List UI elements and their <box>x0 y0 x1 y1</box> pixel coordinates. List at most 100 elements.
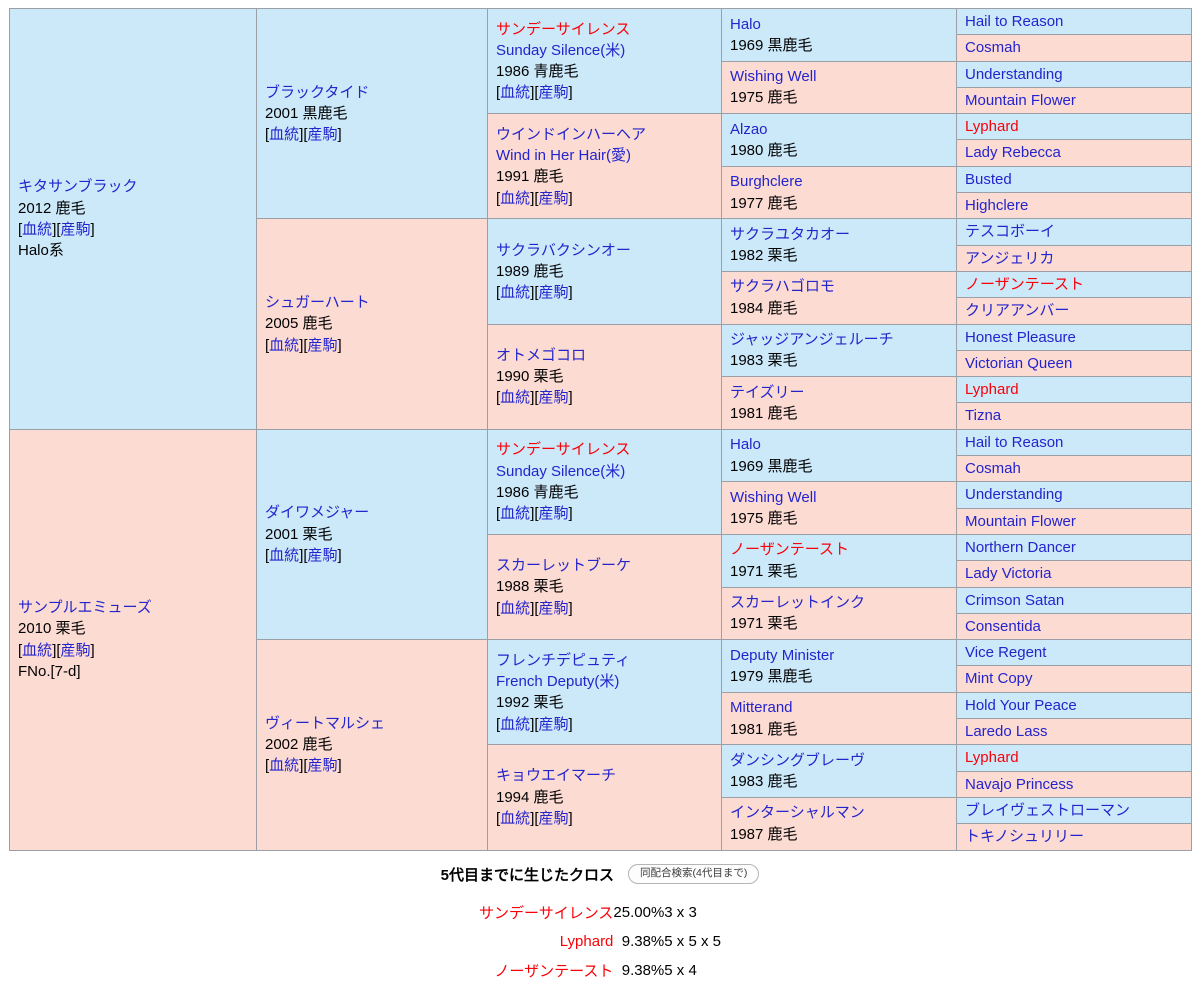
horse-name[interactable]: Understanding <box>965 64 1191 85</box>
link-pedigree[interactable]: 血統 <box>500 284 530 301</box>
horse-name[interactable]: キタサンブラック <box>18 176 256 197</box>
horse-name[interactable]: Deputy Minister <box>730 645 956 666</box>
horse-name[interactable]: アンジェリカ <box>965 248 1191 269</box>
gen5-cell[interactable]: Northern Dancer <box>956 533 1192 562</box>
gen5-cell[interactable]: トキノシュリリー <box>956 823 1192 851</box>
gen5-cell[interactable]: クリアアンバー <box>956 297 1192 325</box>
horse-name[interactable]: Mountain Flower <box>965 90 1191 111</box>
link-pedigree[interactable]: 血統 <box>500 190 530 207</box>
horse-name[interactable]: Victorian Queen <box>965 353 1191 374</box>
gen5-cell[interactable]: Cosmah <box>956 34 1192 62</box>
horse-name[interactable]: ブレイヴェストローマン <box>965 800 1191 821</box>
horse-name[interactable]: オトメゴコロ <box>496 345 721 366</box>
gen4-cell[interactable]: テイズリー 1981 鹿毛 <box>721 376 957 430</box>
gen4-cell[interactable]: Burghclere 1977 鹿毛 <box>721 165 957 220</box>
gen5-cell[interactable]: Tizna <box>956 402 1192 430</box>
horse-name-en[interactable]: Sunday Silence(米) <box>496 40 721 61</box>
horse-name[interactable]: ダンシングブレーヴ <box>730 750 956 771</box>
cross-horse-name[interactable]: ノーザンテースト <box>479 955 613 986</box>
horse-name[interactable]: Burghclere <box>730 171 956 192</box>
horse-name[interactable]: Tizna <box>965 405 1191 426</box>
horse-name[interactable]: Northern Dancer <box>965 537 1191 558</box>
horse-name[interactable]: シュガーハート <box>265 292 487 313</box>
gen5-cell[interactable]: Laredo Lass <box>956 718 1192 746</box>
gen5-cell[interactable]: Mint Copy <box>956 665 1192 693</box>
link-offspring[interactable]: 産駒 <box>539 190 569 207</box>
gen4-cell[interactable]: Alzao 1980 鹿毛 <box>721 113 957 167</box>
link-pedigree[interactable]: 血統 <box>500 600 530 617</box>
gen5-cell[interactable]: Hold Your Peace <box>956 691 1192 720</box>
horse-name-en[interactable]: Sunday Silence(米) <box>496 461 721 482</box>
horse-name[interactable]: サクラバクシンオー <box>496 240 721 261</box>
link-pedigree[interactable]: 血統 <box>500 716 530 733</box>
cross-horse-name[interactable]: Lyphard <box>479 928 614 955</box>
cross-horse-name[interactable]: サンデーサイレンス <box>479 897 613 928</box>
gen5-cell[interactable]: Mountain Flower <box>956 507 1192 535</box>
horse-name[interactable]: サンデーサイレンス <box>496 439 721 460</box>
gen3-cell[interactable]: キョウエイマーチ 1994 鹿毛 [血統][産駒] <box>487 744 722 851</box>
gen4-cell[interactable]: Halo 1969 黒鹿毛 <box>721 428 957 483</box>
gen5-cell[interactable]: Victorian Queen <box>956 349 1192 378</box>
gen3-cell[interactable]: サクラバクシンオー 1989 鹿毛 [血統][産駒] <box>487 218 722 325</box>
link-offspring[interactable]: 産駒 <box>308 337 338 354</box>
horse-name[interactable]: Cosmah <box>965 37 1191 58</box>
horse-name[interactable]: ウインドインハーヘア <box>496 124 721 145</box>
link-offspring[interactable]: 産駒 <box>539 84 569 101</box>
detail-links[interactable]: [血統][産駒] <box>496 598 721 619</box>
horse-name[interactable]: Hold Your Peace <box>965 695 1191 716</box>
horse-name[interactable]: ノーザンテースト <box>730 539 956 560</box>
horse-name[interactable]: インターシャルマン <box>730 802 956 823</box>
detail-links[interactable]: [血統][産駒] <box>496 188 721 209</box>
gen5-cell[interactable]: Hail to Reason <box>956 7 1192 36</box>
gen5-cell[interactable]: Lyphard <box>956 113 1192 141</box>
horse-name[interactable]: Busted <box>965 169 1191 190</box>
horse-name[interactable]: Mountain Flower <box>965 511 1191 532</box>
link-pedigree[interactable]: 血統 <box>269 337 299 354</box>
gen5-cell[interactable]: Highclere <box>956 192 1192 220</box>
link-offspring[interactable]: 産駒 <box>308 126 338 143</box>
gen4-cell[interactable]: Halo 1969 黒鹿毛 <box>721 8 957 62</box>
horse-name[interactable]: Crimson Satan <box>965 590 1191 611</box>
link-offspring[interactable]: 産駒 <box>539 810 569 827</box>
link-offspring[interactable]: 産駒 <box>61 642 91 659</box>
link-pedigree[interactable]: 血統 <box>500 84 530 101</box>
gen2-cell[interactable]: シュガーハート 2005 鹿毛 [血統][産駒] <box>256 218 488 430</box>
detail-links[interactable]: [血統][産駒] <box>496 387 721 408</box>
link-pedigree[interactable]: 血統 <box>500 810 530 827</box>
detail-links[interactable]: [血統][産駒] <box>265 124 487 145</box>
link-offspring[interactable]: 産駒 <box>308 757 338 774</box>
horse-name[interactable]: Wishing Well <box>730 66 956 87</box>
horse-name[interactable]: Vice Regent <box>965 642 1191 663</box>
gen4-cell[interactable]: スカーレットインク 1971 栗毛 <box>721 586 957 641</box>
horse-name[interactable]: サンデーサイレンス <box>496 19 721 40</box>
gen5-cell[interactable]: Vice Regent <box>956 639 1192 667</box>
horse-name[interactable]: Wishing Well <box>730 487 956 508</box>
gen5-cell[interactable]: Hail to Reason <box>956 428 1192 457</box>
link-pedigree[interactable]: 血統 <box>269 547 299 564</box>
gen4-cell[interactable]: ダンシングブレーヴ 1983 鹿毛 <box>721 744 957 798</box>
link-pedigree[interactable]: 血統 <box>269 757 299 774</box>
horse-name[interactable]: Cosmah <box>965 458 1191 479</box>
horse-name[interactable]: テスコボーイ <box>965 221 1191 242</box>
horse-name[interactable]: スカーレットインク <box>730 592 956 613</box>
gen4-cell[interactable]: Wishing Well 1975 鹿毛 <box>721 60 957 115</box>
link-pedigree[interactable]: 血統 <box>500 505 530 522</box>
gen5-cell[interactable]: Lyphard <box>956 744 1192 772</box>
detail-links[interactable]: [血統][産駒] <box>496 282 721 303</box>
gen4-cell[interactable]: Wishing Well 1975 鹿毛 <box>721 481 957 535</box>
link-offspring[interactable]: 産駒 <box>539 505 569 522</box>
gen2-cell[interactable]: ヴィートマルシェ 2002 鹿毛 [血統][産駒] <box>256 639 488 851</box>
gen5-cell[interactable]: アンジェリカ <box>956 244 1192 272</box>
link-offspring[interactable]: 産駒 <box>61 221 91 238</box>
gen4-cell[interactable]: Deputy Minister 1979 黒鹿毛 <box>721 639 957 693</box>
gen3-cell[interactable]: スカーレットブーケ 1988 栗毛 [血統][産駒] <box>487 533 722 641</box>
horse-name[interactable]: ジャッジアンジェルーチ <box>730 329 956 350</box>
detail-links[interactable]: [血統][産駒] <box>265 335 487 356</box>
horse-name[interactable]: Halo <box>730 434 956 455</box>
link-offspring[interactable]: 産駒 <box>539 389 569 406</box>
link-pedigree[interactable]: 血統 <box>500 389 530 406</box>
gen5-cell[interactable]: Lyphard <box>956 376 1192 404</box>
detail-links[interactable]: [血統][産駒] <box>18 219 256 240</box>
horse-name[interactable]: Mitterand <box>730 697 956 718</box>
horse-name[interactable]: サンプルエミューズ <box>18 597 256 618</box>
